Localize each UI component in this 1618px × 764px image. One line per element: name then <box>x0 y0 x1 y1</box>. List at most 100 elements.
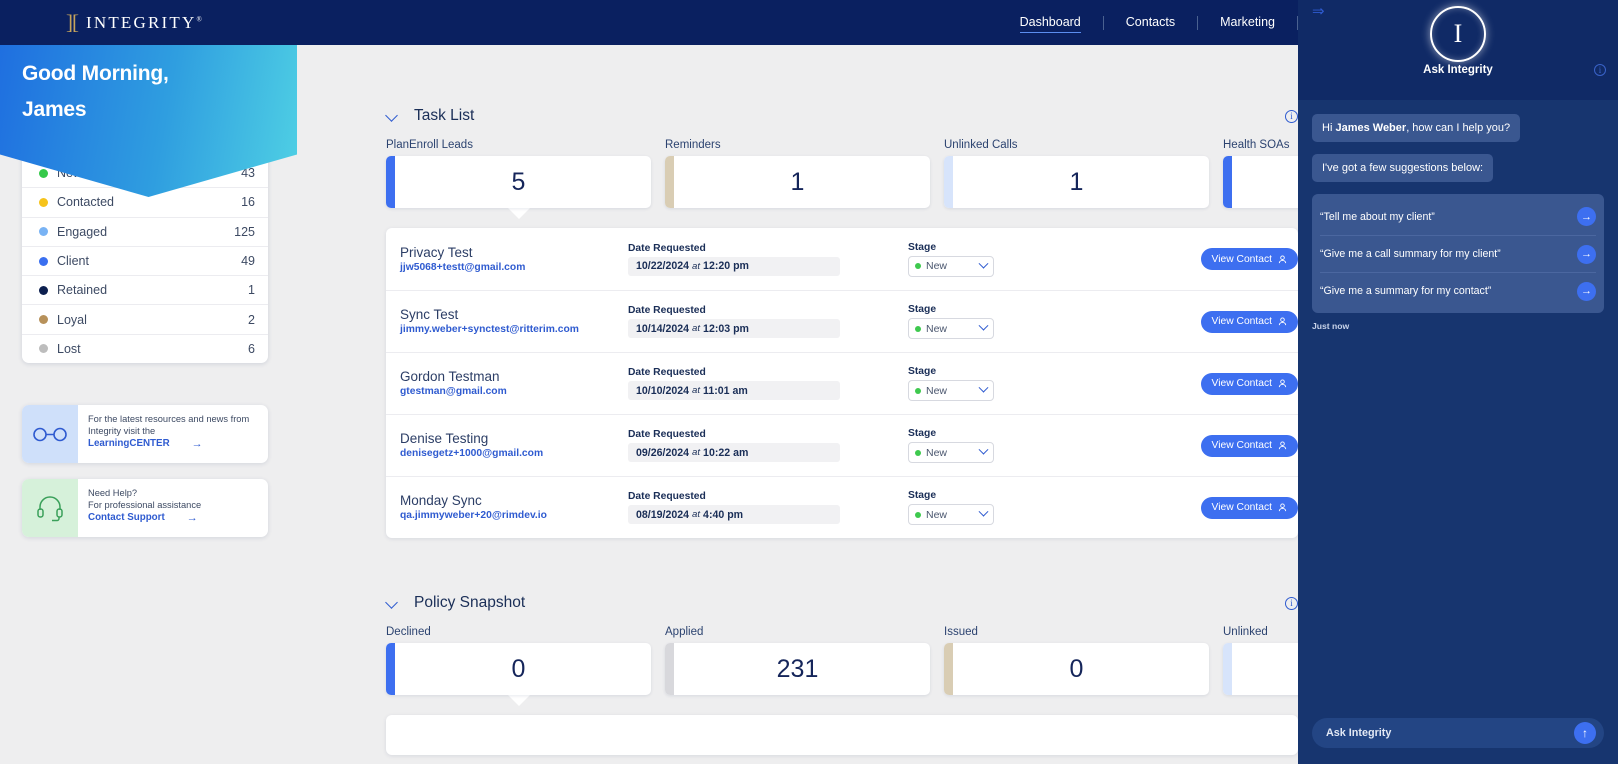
kpi-card[interactable]: Unlinked Calls 1 <box>944 139 1209 219</box>
kpi-card[interactable]: PlanEnroll Leads 5 <box>386 139 651 219</box>
kpi-card[interactable]: Issued 0 <box>944 626 1209 706</box>
stage-dropdown[interactable]: New <box>908 380 994 401</box>
client-snapshot-value: 6 <box>248 341 255 356</box>
info-icon[interactable]: i <box>1594 64 1606 76</box>
ask-integrity-header: ⇒ I Ask Integrity i <box>1298 0 1618 100</box>
send-message-button[interactable]: ↑ <box>1574 722 1596 744</box>
client-snapshot-value: 2 <box>248 312 255 327</box>
task-kpi-row: PlanEnroll Leads 5 Reminders 1 Unlinked Call… <box>300 139 1298 219</box>
date-requested-value: 08/19/2024 at 4:40 pm <box>628 505 840 524</box>
left-sidebar: Good Morning, James Client Snapshot i Ne… <box>0 0 300 764</box>
stage-dropdown[interactable]: New <box>908 504 994 525</box>
kpi-box <box>1223 156 1298 208</box>
contact-support-link[interactable]: Contact Support → <box>88 512 198 524</box>
support-line-1: Need Help? <box>88 488 138 498</box>
suggestion-item[interactable]: “Give me a call summary for my client” → <box>1320 235 1596 272</box>
person-icon <box>1278 503 1287 512</box>
view-contact-label: View Contact <box>1211 253 1272 265</box>
kpi-box: 5 <box>386 156 651 208</box>
contact-support-card[interactable]: Need Help? For professional assistance C… <box>22 479 268 537</box>
stage-dropdown[interactable]: New <box>908 255 994 277</box>
kpi-label: Applied <box>665 626 704 638</box>
task-contact-name: Privacy Test <box>400 244 473 260</box>
chat-message-greeting: Hi James Weber, how can I help you? <box>1312 114 1521 142</box>
info-icon[interactable]: i <box>1285 109 1298 123</box>
client-snapshot-row[interactable]: Retained 1 <box>22 275 268 304</box>
kpi-card[interactable]: Applied 231 <box>665 626 930 706</box>
chevron-down-icon[interactable] <box>387 598 398 609</box>
kpi-accent-bar <box>944 156 953 208</box>
task-contact-cell: Monday Sync qa.jimmyweber+20@rimdev.io <box>400 492 628 523</box>
task-row[interactable]: Sync Test jimmy.weber+synctest@ritterim.c… <box>386 290 1298 352</box>
policy-snapshot-header[interactable]: Policy Snapshot i <box>300 594 1298 612</box>
nav-item-marketing[interactable]: Marketing <box>1198 0 1297 45</box>
learning-center-link[interactable]: LearningCENTER → <box>88 438 203 450</box>
suggestion-submit-icon[interactable]: → <box>1577 244 1596 264</box>
task-rows: Privacy Test jjw5068+testt@gmail.com Date … <box>386 228 1298 538</box>
view-contact-button[interactable]: View Contact <box>1200 248 1298 270</box>
task-contact-email[interactable]: qa.jimmyweber+20@rimdev.io <box>400 509 628 523</box>
client-snapshot-row[interactable]: Client 49 <box>22 245 268 275</box>
task-stage-cell: Stage New <box>908 304 1178 339</box>
task-row[interactable]: Denise Testing denisegetz+1000@gmail.com D… <box>386 414 1298 476</box>
stage-dropdown[interactable]: New <box>908 442 994 463</box>
date-at-word: at <box>692 323 701 334</box>
dashboard-page: ][ INTEGRITY® Dashboard Contacts Marketi… <box>0 0 1618 764</box>
client-snapshot-value: 125 <box>234 224 255 239</box>
task-contact-email[interactable]: jimmy.weber+synctest@ritterim.com <box>400 323 628 337</box>
learning-center-body: For the latest resources and news from I… <box>78 405 268 463</box>
task-action-cell: View Contact <box>1200 310 1298 333</box>
status-dot-icon <box>39 256 48 266</box>
task-contact-email[interactable]: jjw5068+testt@gmail.com <box>400 261 628 275</box>
date-requested-label: Date Requested <box>628 305 706 316</box>
task-date-cell: Date Requested 10/10/2024 at 11:01 am <box>628 367 908 400</box>
stage-status-dot-icon <box>915 263 921 269</box>
nav-item-dashboard[interactable]: Dashboard <box>998 0 1103 45</box>
view-contact-button[interactable]: View Contact <box>1200 372 1298 395</box>
kpi-card[interactable]: Reminders 1 <box>665 139 930 219</box>
suggestion-item[interactable]: “Tell me about my client” → <box>1320 198 1596 235</box>
kpi-card[interactable]: Unlinked <box>1223 626 1298 706</box>
client-snapshot-value: 49 <box>241 254 255 269</box>
stage-label: Stage <box>908 304 937 315</box>
nav-item-contacts[interactable]: Contacts <box>1104 0 1197 45</box>
person-icon <box>1278 441 1287 450</box>
client-snapshot-row[interactable]: Engaged 125 <box>22 216 268 246</box>
ask-integrity-input[interactable] <box>1312 718 1604 748</box>
client-snapshot-row[interactable]: Loyal 2 <box>22 304 268 333</box>
suggestion-submit-icon[interactable]: → <box>1577 207 1596 226</box>
expand-panel-icon[interactable]: ⇒ <box>1312 2 1325 20</box>
task-row[interactable]: Privacy Test jjw5068+testt@gmail.com Date … <box>386 228 1298 290</box>
task-contact-name: Gordon Testman <box>400 369 500 384</box>
task-contact-email[interactable]: denisegetz+1000@gmail.com <box>400 447 628 461</box>
kpi-card[interactable]: Health SOAs <box>1223 139 1298 219</box>
task-action-cell: View Contact <box>1200 248 1298 270</box>
chevron-down-icon[interactable] <box>387 111 398 122</box>
person-icon <box>1278 379 1287 388</box>
view-contact-button[interactable]: View Contact <box>1200 496 1298 519</box>
client-snapshot-row[interactable]: Lost 6 <box>22 333 268 363</box>
suggestion-item[interactable]: “Give me a summary for my contact” → <box>1320 272 1596 309</box>
view-contact-button[interactable]: View Contact <box>1200 310 1298 333</box>
task-row[interactable]: Monday Sync qa.jimmyweber+20@rimdev.io Dat… <box>386 476 1298 538</box>
kpi-card[interactable]: Declined 0 <box>386 626 651 706</box>
stage-label: Stage <box>908 241 937 253</box>
learning-center-card[interactable]: For the latest resources and news from I… <box>22 405 268 463</box>
date-requested-label: Date Requested <box>628 367 706 378</box>
kpi-label: Unlinked Calls <box>944 139 1018 151</box>
task-contact-email[interactable]: gtestman@gmail.com <box>400 385 628 399</box>
task-list-header[interactable]: Task List i <box>300 107 1298 125</box>
task-stage-cell: Stage New <box>908 366 1178 401</box>
client-snapshot-label: Contacted <box>57 195 114 210</box>
view-contact-button[interactable]: View Contact <box>1200 434 1298 457</box>
task-row[interactable]: Gordon Testman gtestman@gmail.com Date Req… <box>386 352 1298 414</box>
suggestion-submit-icon[interactable]: → <box>1577 281 1596 301</box>
client-snapshot-value: 16 <box>241 195 255 210</box>
date-requested-value: 10/22/2024 at 12:20 pm <box>628 256 840 276</box>
info-icon[interactable]: i <box>1285 596 1298 610</box>
kpi-label: PlanEnroll Leads <box>386 139 473 151</box>
task-contact-cell: Sync Test jimmy.weber+synctest@ritterim.c… <box>400 306 628 337</box>
kpi-value: 0 <box>511 654 526 683</box>
stage-dropdown[interactable]: New <box>908 318 994 339</box>
kpi-box: 0 <box>386 643 651 695</box>
